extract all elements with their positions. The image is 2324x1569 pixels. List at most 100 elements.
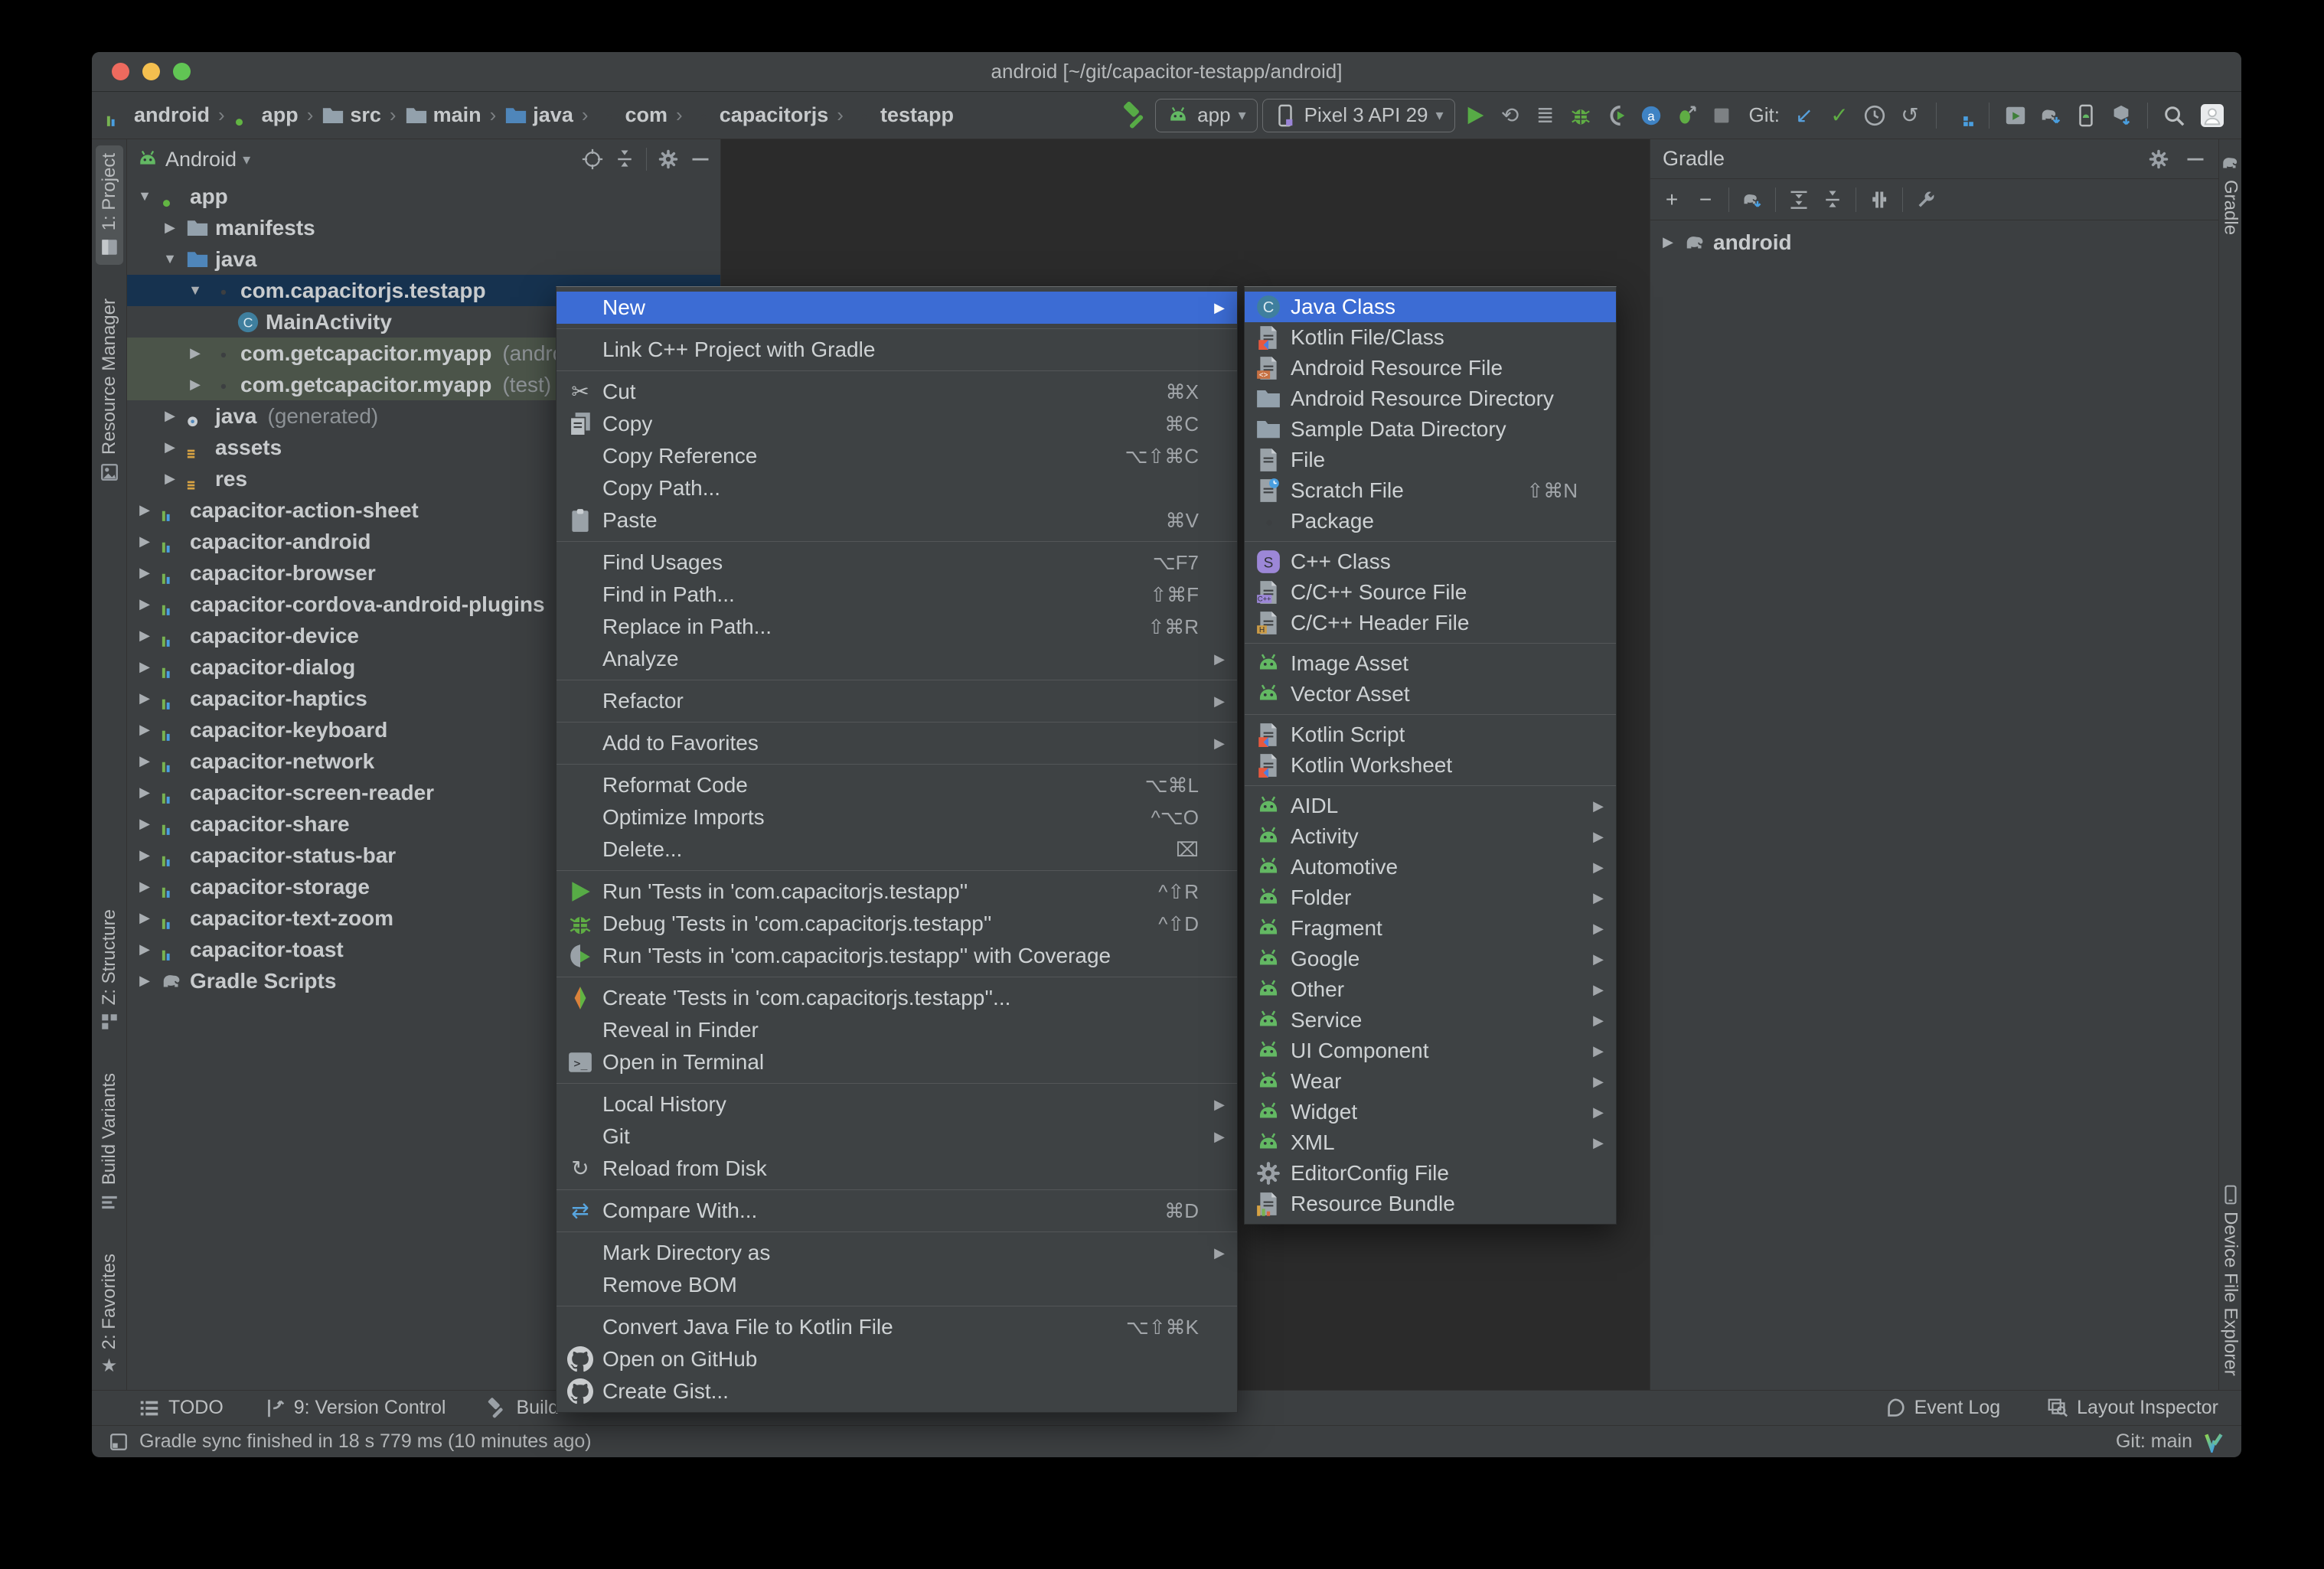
collapsed-caret-icon[interactable]: ▶ <box>135 847 155 863</box>
menu-item-aidl[interactable]: AIDL ▶ <box>1245 791 1616 821</box>
stop-button[interactable] <box>1706 100 1737 131</box>
locate-button[interactable] <box>582 148 603 170</box>
menu-item-service[interactable]: Service ▶ <box>1245 1005 1616 1036</box>
git-branch-widget[interactable]: Git: main <box>2116 1430 2192 1453</box>
menu-item-copy-reference[interactable]: Copy Reference ⌥⇧⌘C <box>557 440 1237 472</box>
breadcrumb-item-android[interactable]: path d="M1 2.8h5.2l1.5 1.9H15v8.6H1z" fi… <box>106 103 210 127</box>
menu-item-vector-asset[interactable]: Vector Asset <box>1245 679 1616 709</box>
expanded-caret-icon[interactable]: ▼ <box>185 282 205 298</box>
menu-item-kotlin-script[interactable]: Kotlin Script <box>1245 719 1616 750</box>
collapsed-caret-icon[interactable]: ▶ <box>135 502 155 518</box>
menu-item-kotlin-worksheet[interactable]: Kotlin Worksheet <box>1245 750 1616 781</box>
device-select[interactable]: Pixel 3 API 29 ▾ <box>1262 98 1455 132</box>
profiler-button[interactable]: a <box>1636 100 1666 131</box>
zoom-window-button[interactable] <box>173 63 191 80</box>
attach-debugger-button[interactable] <box>1601 100 1631 131</box>
menu-item-find-in-path[interactable]: Find in Path... ⇧⌘F <box>557 579 1237 611</box>
search-everywhere-button[interactable] <box>2159 100 2189 131</box>
menu-item-file[interactable]: File <box>1245 445 1616 475</box>
collapsed-caret-icon[interactable]: ▶ <box>160 439 180 455</box>
profile-avatar-button[interactable] <box>2197 100 2228 131</box>
menu-item-link-c-project-with-gradle[interactable]: Link C++ Project with Gradle <box>557 334 1237 366</box>
collapsed-caret-icon[interactable]: ▶ <box>185 345 205 361</box>
breadcrumb-item-main[interactable]: main <box>405 103 481 127</box>
collapsed-caret-icon[interactable]: ▶ <box>135 659 155 675</box>
menu-item-run-tests-in-com-capacitorjs-testapp[interactable]: Run 'Tests in 'com.capacitorjs.testapp''… <box>557 876 1237 908</box>
wrench-button[interactable] <box>1915 189 1937 210</box>
menu-item-mark-directory-as[interactable]: Mark Directory as ▶ <box>557 1237 1237 1269</box>
device-manager-button[interactable] <box>2000 100 2031 131</box>
gradle-sync-button[interactable] <box>2035 100 2066 131</box>
run-configuration-select[interactable]: app ▾ <box>1155 98 1258 132</box>
collapsed-caret-icon[interactable]: ▶ <box>1658 234 1678 250</box>
menu-item-google[interactable]: Google ▶ <box>1245 944 1616 974</box>
menu-item-paste[interactable]: Paste ⌘V <box>557 504 1237 537</box>
stripe-tab-1-project[interactable]: 1: Project <box>95 145 123 266</box>
tree-item-app[interactable]: ▼ path d="M1 2.8h5.2l1.5 1.9H15v8.6H1z" f… <box>127 181 720 212</box>
commit-button[interactable]: ✓ <box>1824 100 1855 131</box>
menu-item-analyze[interactable]: Analyze ▶ <box>557 643 1237 675</box>
breadcrumb-item-src[interactable]: src <box>322 103 381 127</box>
collapse-all-button[interactable] <box>614 148 635 170</box>
hide-button[interactable] <box>2185 148 2206 170</box>
collapsed-caret-icon[interactable]: ▶ <box>135 722 155 738</box>
tool-windows-toggle-icon[interactable] <box>109 1432 129 1452</box>
breadcrumb-item-com[interactable]: path d="M1 2.8h5.2l1.5 1.9H15v8.6H1z" fi… <box>597 103 667 127</box>
menu-item-remove-bom[interactable]: Remove BOM <box>557 1269 1237 1301</box>
stripe-tab-z-structure[interactable]: Z: Structure <box>96 902 123 1039</box>
breadcrumb-item-app[interactable]: path d="M1 2.8h5.2l1.5 1.9H15v8.6H1z" fi… <box>233 103 299 127</box>
project-structure-button[interactable]: path d="M1 2.8h5.2l1.5 1.9H15v8.6H1z" fi… <box>1947 100 1978 131</box>
menu-item-android-resource-file[interactable]: <> Android Resource File <box>1245 353 1616 383</box>
tool-window-button-layout-inspector[interactable]: Layout Inspector <box>2046 1397 2218 1420</box>
tool-window-button-build[interactable]: Build <box>485 1397 559 1420</box>
collapsed-caret-icon[interactable]: ▶ <box>135 628 155 644</box>
update-project-button[interactable]: ↙ <box>1789 100 1820 131</box>
tree-item-android[interactable]: ▶ android <box>1650 227 2218 258</box>
close-window-button[interactable] <box>112 63 129 80</box>
menu-item-delete[interactable]: Delete... ⌧ <box>557 833 1237 866</box>
menu-item-local-history[interactable]: Local History ▶ <box>557 1088 1237 1120</box>
menu-item-copy[interactable]: Copy ⌘C <box>557 408 1237 440</box>
offline-mode-button[interactable] <box>1869 189 1890 210</box>
menu-item-wear[interactable]: Wear ▶ <box>1245 1066 1616 1097</box>
tree-item-java[interactable]: ▼ java <box>127 243 720 275</box>
menu-item-package[interactable]: path d="M1 2.8h5.2l1.5 1.9H15v8.6H1z" fi… <box>1245 506 1616 537</box>
menu-item-create-tests-in-com-capacitorjs-testapp[interactable]: Create 'Tests in 'com.capacitorjs.testap… <box>557 982 1237 1014</box>
menu-item-find-usages[interactable]: Find Usages ⌥F7 <box>557 546 1237 579</box>
collapsed-caret-icon[interactable]: ▶ <box>135 565 155 581</box>
menu-item-activity[interactable]: Activity ▶ <box>1245 821 1616 852</box>
stripe-tab-build-variants[interactable]: Build Variants <box>96 1065 123 1219</box>
menu-item-ui-component[interactable]: UI Component ▶ <box>1245 1036 1616 1066</box>
apply-code-changes-button[interactable]: ≣ <box>1530 100 1561 131</box>
tool-window-button-todo[interactable]: TODO <box>138 1397 224 1420</box>
stripe-tab-device-file-explorer[interactable]: Device File Explorer <box>2217 1177 2244 1384</box>
breadcrumb-item-capacitorjs[interactable]: path d="M1 2.8h5.2l1.5 1.9H15v8.6H1z" fi… <box>691 103 828 127</box>
breadcrumb-item-java[interactable]: java <box>504 103 573 127</box>
run-button[interactable] <box>1460 100 1490 131</box>
collapsed-caret-icon[interactable]: ▶ <box>135 690 155 706</box>
collapsed-caret-icon[interactable]: ▶ <box>135 910 155 926</box>
menu-item-editorconfig-file[interactable]: EditorConfig File <box>1245 1158 1616 1189</box>
tool-window-button-event-log[interactable]: Event Log <box>1884 1397 2000 1420</box>
collapsed-caret-icon[interactable]: ▶ <box>135 533 155 550</box>
menu-item-create-gist[interactable]: Create Gist... <box>557 1375 1237 1408</box>
menu-item-android-resource-directory[interactable]: Android Resource Directory <box>1245 383 1616 414</box>
menu-item-c-c-header-file[interactable]: H C/C++ Header File <box>1245 608 1616 638</box>
build-hammer-icon[interactable] <box>1120 100 1151 131</box>
collapsed-caret-icon[interactable]: ▶ <box>135 596 155 612</box>
rollback-button[interactable]: ↺ <box>1895 100 1925 131</box>
menu-item-sample-data-directory[interactable]: Sample Data Directory <box>1245 414 1616 445</box>
menu-item-reformat-code[interactable]: Reformat Code ⌥⌘L <box>557 769 1237 801</box>
add-button[interactable]: + <box>1661 188 1683 210</box>
sdk-manager-button[interactable] <box>2106 100 2136 131</box>
menu-item-optimize-imports[interactable]: Optimize Imports ^⌥O <box>557 801 1237 833</box>
menu-item-c-c-source-file[interactable]: C++ C/C++ Source File <box>1245 577 1616 608</box>
collapsed-caret-icon[interactable]: ▶ <box>160 220 180 236</box>
menu-item-reload-from-disk[interactable]: ↻ Reload from Disk <box>557 1153 1237 1185</box>
collapsed-caret-icon[interactable]: ▶ <box>135 784 155 801</box>
menu-item-resource-bundle[interactable]: Resource Bundle <box>1245 1189 1616 1219</box>
stripe-tab-gradle[interactable]: Gradle <box>2217 145 2244 243</box>
menu-item-compare-with[interactable]: ⇄ Compare With... ⌘D <box>557 1195 1237 1227</box>
menu-item-cut[interactable]: ✂ Cut ⌘X <box>557 376 1237 408</box>
collapsed-caret-icon[interactable]: ▶ <box>160 408 180 424</box>
